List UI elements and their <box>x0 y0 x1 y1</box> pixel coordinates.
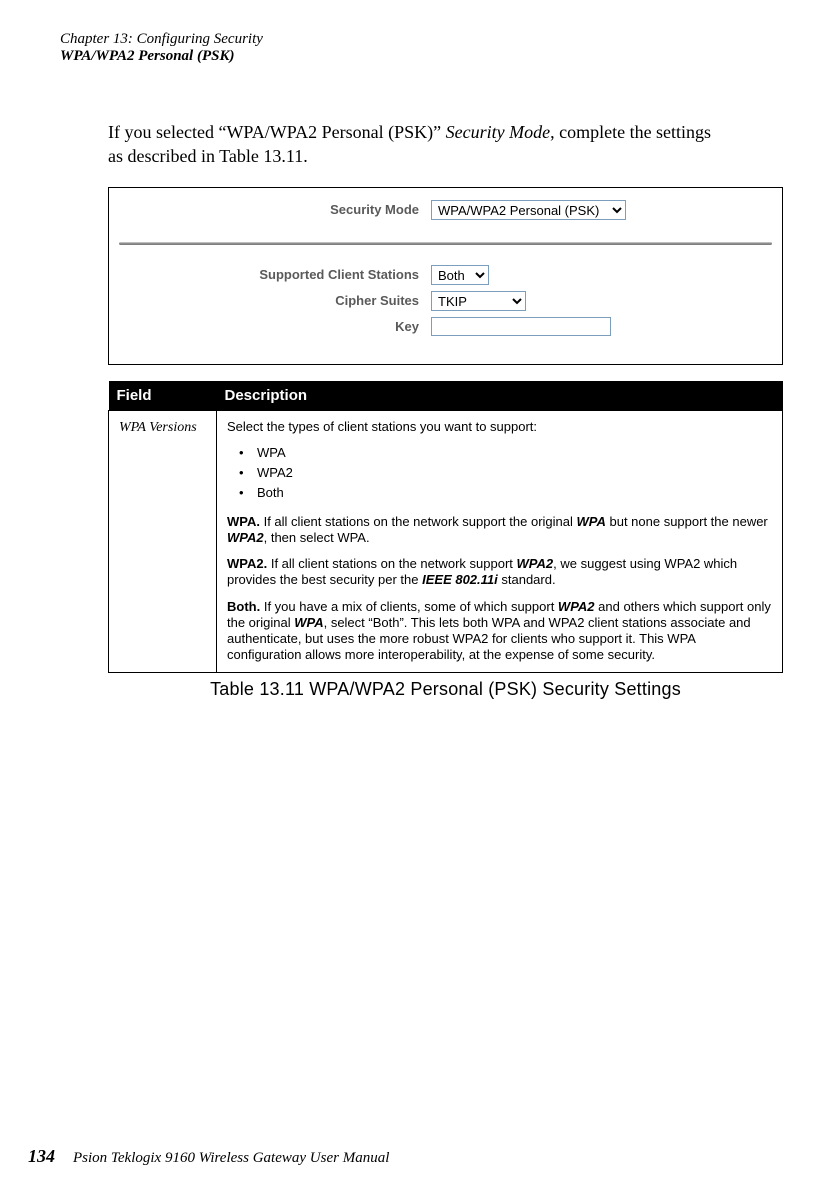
wpa2-t3: standard. <box>498 572 556 587</box>
table-caption: Table 13.11 WPA/WPA2 Personal (PSK) Secu… <box>108 679 783 700</box>
chapter-header: Chapter 13: Configuring Security <box>60 30 783 48</box>
settings-table: Field Description WPA Versions Select th… <box>108 381 783 673</box>
intro-text-2: , complete the settings <box>550 122 711 142</box>
wpa2-label: WPA2. <box>227 556 267 571</box>
security-mode-select[interactable]: WPA/WPA2 Personal (PSK) <box>431 200 626 220</box>
table-header-field: Field <box>109 381 217 411</box>
wpa2-t1: If all client stations on the network su… <box>267 556 516 571</box>
divider <box>119 242 772 245</box>
intro-italic: Security Mode <box>446 122 550 142</box>
list-item: WPA <box>239 445 772 461</box>
desc-wpa: WPA. If all client stations on the netwo… <box>227 514 772 547</box>
list-item: Both <box>239 485 772 501</box>
desc-intro: Select the types of client stations you … <box>227 419 772 435</box>
intro-paragraph: If you selected “WPA/WPA2 Personal (PSK)… <box>108 120 783 169</box>
wpa-label: WPA. <box>227 514 260 529</box>
wpa-bi2: WPA2 <box>227 530 264 545</box>
wpa-t2: but none support the newer <box>606 514 768 529</box>
wpa2-bi1: WPA2 <box>517 556 554 571</box>
key-label: Key <box>131 319 431 334</box>
desc-wpa2: WPA2. If all client stations on the netw… <box>227 556 772 589</box>
cipher-suites-label: Cipher Suites <box>131 293 431 308</box>
intro-text-1: If you selected “WPA/WPA2 Personal (PSK)… <box>108 122 446 142</box>
description-cell: Select the types of client stations you … <box>217 410 783 672</box>
wpa2-bi2: IEEE 802.11i <box>422 572 498 587</box>
footer-text: Psion Teklogix 9160 Wireless Gateway Use… <box>73 1150 389 1167</box>
settings-screenshot: Security Mode WPA/WPA2 Personal (PSK) Su… <box>108 187 783 365</box>
wpa-bi1: WPA <box>577 514 606 529</box>
bullet-list: WPA WPA2 Both <box>239 445 772 502</box>
both-bi1: WPA2 <box>558 599 595 614</box>
wpa-t3: , then select WPA. <box>264 530 370 545</box>
key-input[interactable] <box>431 317 611 336</box>
both-bi2: WPA <box>294 615 323 630</box>
section-header: WPA/WPA2 Personal (PSK) <box>60 48 783 65</box>
field-cell: WPA Versions <box>109 410 217 672</box>
supported-clients-select[interactable]: Both <box>431 265 489 285</box>
cipher-suites-select[interactable]: TKIP <box>431 291 526 311</box>
list-item: WPA2 <box>239 465 772 481</box>
supported-clients-label: Supported Client Stations <box>131 267 431 282</box>
page-footer: 134 Psion Teklogix 9160 Wireless Gateway… <box>28 1146 389 1167</box>
page-number: 134 <box>28 1146 55 1167</box>
table-header-description: Description <box>217 381 783 411</box>
security-mode-label: Security Mode <box>131 202 431 217</box>
desc-both: Both. If you have a mix of clients, some… <box>227 599 772 664</box>
table-row: WPA Versions Select the types of client … <box>109 410 783 672</box>
both-t1: If you have a mix of clients, some of wh… <box>260 599 558 614</box>
wpa-t1: If all client stations on the network su… <box>260 514 577 529</box>
intro-text-3: as described in Table 13.11. <box>108 146 308 166</box>
both-label: Both. <box>227 599 260 614</box>
